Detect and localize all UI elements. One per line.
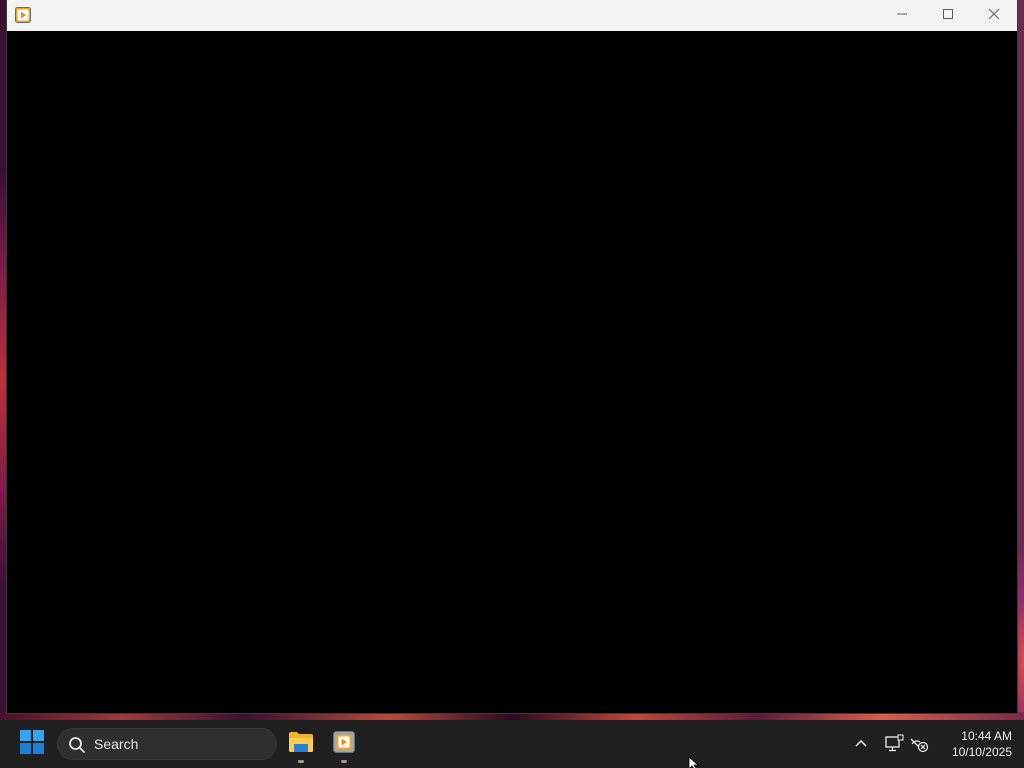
title-bar[interactable] <box>7 0 1017 32</box>
chevron-up-icon[interactable] <box>852 735 870 753</box>
mouse-cursor-icon <box>688 756 702 768</box>
clock-time: 10:44 AM <box>961 729 1012 743</box>
network-disconnected-icon[interactable] <box>909 734 929 754</box>
minimize-icon <box>896 7 908 25</box>
maximize-button[interactable] <box>925 0 971 31</box>
folder-icon <box>288 731 314 758</box>
close-button[interactable] <box>971 0 1017 31</box>
maximize-icon <box>942 7 954 25</box>
search-icon <box>68 736 86 754</box>
start-button[interactable] <box>14 726 50 762</box>
windows-logo-icon <box>20 729 44 759</box>
taskbar-app-media-player[interactable] <box>324 724 364 764</box>
clock-date: 10/10/2025 <box>951 745 1012 759</box>
running-indicator <box>341 760 347 763</box>
close-icon <box>988 7 1000 25</box>
taskbar: Search 10:44 AM 10/10/2025 <box>0 720 1024 768</box>
media-player-icon <box>333 730 355 758</box>
system-clock[interactable]: 10:44 AM 10/10/2025 <box>936 728 1012 760</box>
media-player-icon <box>15 7 31 23</box>
taskbar-search-box[interactable]: Search <box>57 728 277 760</box>
running-indicator <box>298 760 304 763</box>
app-window[interactable] <box>7 0 1017 713</box>
desktop-wallpaper-strip <box>0 712 1024 720</box>
search-placeholder: Search <box>94 736 139 752</box>
minimize-button[interactable] <box>879 0 925 31</box>
taskbar-app-file-explorer[interactable] <box>281 724 321 764</box>
display-icon[interactable] <box>884 734 904 754</box>
video-display-area[interactable] <box>7 31 1017 713</box>
